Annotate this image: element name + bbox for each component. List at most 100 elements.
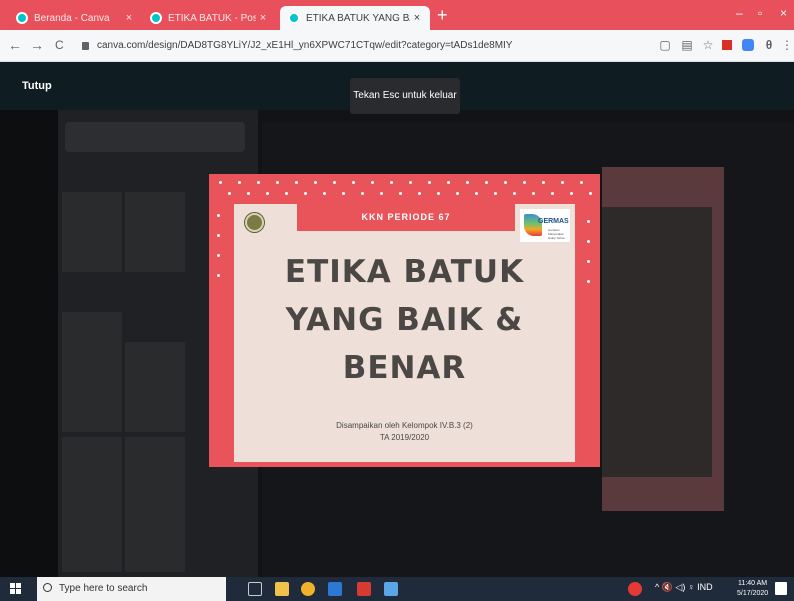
polka-dot <box>589 192 592 195</box>
reload-button[interactable]: C <box>55 38 64 52</box>
polka-dot <box>247 192 250 195</box>
polka-dot <box>285 192 288 195</box>
polka-dot <box>390 181 393 184</box>
polka-dot <box>570 192 573 195</box>
polka-dot <box>217 254 220 257</box>
profile-icon[interactable]: θ <box>762 38 776 52</box>
polka-dot <box>217 214 220 217</box>
minimize-button[interactable]: – <box>736 6 743 20</box>
polka-dot <box>276 181 279 184</box>
new-tab-button[interactable]: + <box>437 6 448 24</box>
polka-dot <box>418 192 421 195</box>
presentation-poster: KKN PERIODE 67 GERMAS Gerakan Masyarakat… <box>209 174 600 467</box>
clock-date: 5/17/2020 <box>737 590 769 597</box>
template-thumbnail[interactable] <box>62 437 122 572</box>
task-view-icon[interactable] <box>248 582 262 596</box>
polka-dot <box>257 181 260 184</box>
polka-dot <box>494 192 497 195</box>
action-center-icon[interactable] <box>775 582 787 595</box>
system-clock[interactable]: 11:40 AM 5/17/2020 <box>737 579 768 599</box>
polka-dot <box>551 192 554 195</box>
template-thumbnail[interactable] <box>125 342 185 432</box>
fullscreen-exit-tooltip: Tekan Esc untuk keluar <box>350 78 460 114</box>
antivirus-tray-icon[interactable] <box>628 582 642 596</box>
tab-title: ETIKA BATUK YANG BAIK & · <box>306 12 410 24</box>
tab-poster[interactable]: ETIKA BATUK - Poster × <box>142 6 276 30</box>
polka-dot <box>361 192 364 195</box>
polka-dot <box>532 192 535 195</box>
poster-title-line-3: BENAR <box>342 350 467 386</box>
maximize-button[interactable]: ▫ <box>758 6 762 20</box>
polka-dot <box>323 192 326 195</box>
tab-title: ETIKA BATUK - Poster <box>168 12 256 24</box>
template-thumbnail[interactable] <box>62 312 122 432</box>
extension-red-icon[interactable] <box>722 40 732 50</box>
period-band: KKN PERIODE 67 <box>297 204 515 231</box>
windows-start-icon[interactable] <box>10 583 22 595</box>
template-thumbnail[interactable] <box>125 192 185 272</box>
taskbar-search-input[interactable]: Type here to search <box>37 577 226 601</box>
germas-logo-text: GERMAS <box>538 218 569 225</box>
polka-dot <box>523 181 526 184</box>
period-label: KKN PERIODE 67 <box>361 212 451 222</box>
close-window-button[interactable]: × <box>780 6 787 20</box>
chrome-icon[interactable] <box>301 582 315 596</box>
background-poster-card <box>602 207 712 477</box>
tab-title: Beranda - Canva <box>34 12 110 24</box>
academic-year-line: TA 2019/2020 <box>379 433 430 442</box>
polka-dot <box>437 192 440 195</box>
lock-icon <box>82 42 89 50</box>
polka-dot <box>371 181 374 184</box>
polka-dot <box>399 192 402 195</box>
address-bar[interactable]: canva.com/design/DAD8TG8YLiY/J2_xE1Hl_yn… <box>82 36 642 56</box>
browser-toolbar: ← → C canva.com/design/DAD8TG8YLiY/J2_xE… <box>0 30 794 62</box>
translate-icon[interactable]: ▤ <box>680 38 694 52</box>
acrobat-icon[interactable] <box>357 582 371 596</box>
extension-blue-icon[interactable] <box>742 39 754 51</box>
polka-dot <box>228 192 231 195</box>
photos-icon[interactable] <box>384 582 398 596</box>
polka-dot <box>409 181 412 184</box>
presenter-line: Disampaikan oleh Kelompok IV.B.3 (2) <box>336 421 473 430</box>
file-explorer-icon[interactable] <box>275 582 289 596</box>
tab-close-icon[interactable]: × <box>122 12 136 24</box>
tab-search-icon[interactable]: ▢ <box>658 38 672 52</box>
word-icon[interactable] <box>328 582 342 596</box>
back-button[interactable]: ← <box>8 37 22 53</box>
tab-active[interactable]: ETIKA BATUK YANG BAIK & · × <box>280 6 430 30</box>
polka-dot <box>342 192 345 195</box>
windows-taskbar: Type here to search ^ 🔇 ◁) ♀ IND 11:40 A… <box>0 577 794 601</box>
background-poster <box>602 167 724 511</box>
polka-dot <box>587 220 590 223</box>
polka-dot <box>504 181 507 184</box>
taskbar-search-placeholder: Type here to search <box>59 583 148 594</box>
polka-dot <box>219 181 222 184</box>
system-tray[interactable]: ^ 🔇 ◁) ♀ IND <box>655 582 713 593</box>
clock-time: 11:40 AM <box>738 580 768 587</box>
polka-dot <box>475 192 478 195</box>
template-search-input[interactable] <box>65 122 245 152</box>
polka-dot <box>513 192 516 195</box>
more-menu-icon[interactable]: ⋮ <box>780 38 794 52</box>
polka-dot <box>587 260 590 263</box>
template-thumbnail[interactable] <box>125 437 185 572</box>
polka-dot <box>333 181 336 184</box>
forward-button[interactable]: → <box>30 37 44 53</box>
template-thumbnail[interactable] <box>62 192 122 272</box>
polka-dot <box>466 181 469 184</box>
polka-dot <box>485 181 488 184</box>
tab-beranda[interactable]: Beranda - Canva × <box>8 6 142 30</box>
tab-close-icon[interactable]: × <box>410 12 424 24</box>
polka-dot <box>428 181 431 184</box>
polka-dot <box>587 280 590 283</box>
polka-dot <box>447 181 450 184</box>
screen: Beranda - Canva × ETIKA BATUK - Poster ×… <box>0 0 794 601</box>
search-icon <box>43 583 52 592</box>
polka-dot <box>266 192 269 195</box>
polka-dot <box>304 192 307 195</box>
url-text: canva.com/design/DAD8TG8YLiY/J2_xE1Hl_yn… <box>97 40 513 51</box>
browser-tab-strip: Beranda - Canva × ETIKA BATUK - Poster ×… <box>0 0 794 30</box>
bookmark-star-icon[interactable]: ☆ <box>701 38 715 52</box>
tab-close-icon[interactable]: × <box>256 12 270 24</box>
close-presentation-button[interactable]: Tutup <box>22 80 52 92</box>
